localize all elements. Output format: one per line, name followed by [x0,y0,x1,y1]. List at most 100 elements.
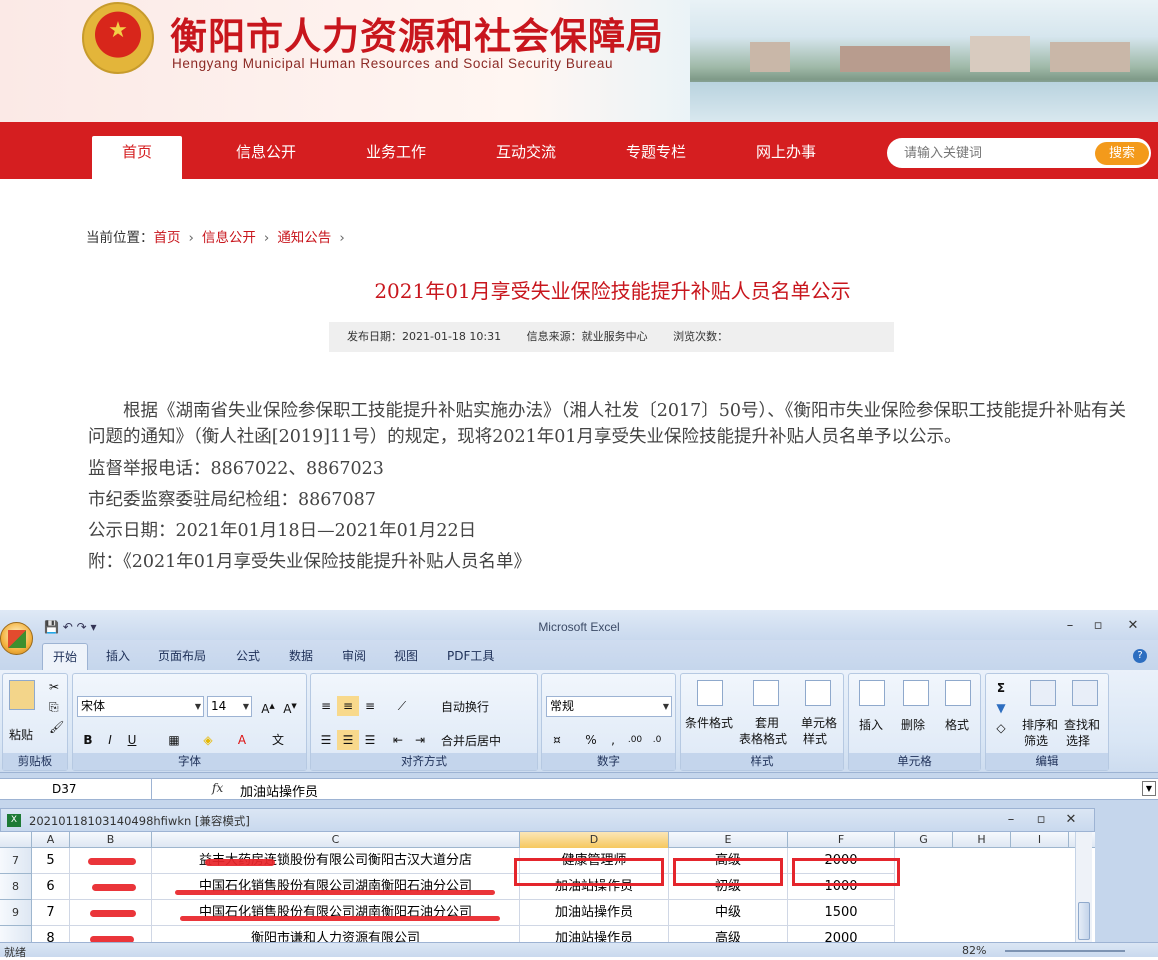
sort-filter-label2[interactable]: 筛选 [1024,732,1048,749]
wb-minimize-icon[interactable]: – [1001,812,1021,827]
col-header-b[interactable]: B [70,832,152,848]
tab-data[interactable]: 数据 [289,647,313,664]
col-header-g[interactable]: G [895,832,953,848]
wb-close-icon[interactable]: ✕ [1061,812,1081,827]
tab-home[interactable]: 开始 [42,643,89,670]
table-cell[interactable]: 衡阳市谦和人力资源有限公司 [152,926,520,942]
merge-center-button[interactable]: 合并后居中 [441,732,501,749]
minimize-icon[interactable]: – [1060,618,1080,633]
cut-icon[interactable]: ✂ [49,680,59,694]
table-cell[interactable]: 加油站操作员 [520,900,669,926]
align-center-icon[interactable]: ☰ [337,730,359,750]
row-header[interactable]: 9 [0,900,32,926]
breadcrumb-info[interactable]: 信息公开 [202,230,256,246]
table-cell[interactable]: 中级 [669,900,788,926]
autosum-icon[interactable]: Σ [990,678,1012,698]
maximize-icon[interactable]: ▫ [1088,618,1108,633]
font-name-select[interactable]: 宋体 ▼ [77,696,204,717]
find-select-label2[interactable]: 选择 [1066,732,1090,749]
select-all-corner[interactable] [0,832,32,848]
cell-styles-label2[interactable]: 样式 [803,730,827,747]
col-header-c[interactable]: C [152,832,520,848]
col-header-d[interactable]: D [520,832,669,848]
search-input[interactable] [904,144,1084,162]
table-format-label2[interactable]: 表格格式 [739,730,787,747]
table-cell[interactable]: 高级 [669,926,788,942]
breadcrumb-notice[interactable]: 通知公告 [277,230,331,246]
zoom-level[interactable]: 82% [962,944,986,957]
formula-input[interactable]: 加油站操作员 [240,781,318,800]
tab-review[interactable]: 审阅 [342,647,366,664]
decrease-decimal-icon[interactable]: .0 [646,730,668,750]
table-cell[interactable]: 中国石化销售股份有限公司湖南衡阳石油分公司 [152,900,520,926]
format-painter-icon[interactable]: 🖌 [49,720,64,734]
copy-icon[interactable]: ⎘ [49,700,59,715]
tab-formulas[interactable]: 公式 [236,647,260,664]
format-cells-button[interactable]: 格式 [945,716,969,733]
nav-online-services[interactable]: 网上办事 [741,136,831,169]
vertical-scrollbar[interactable] [1075,832,1092,942]
zoom-slider[interactable] [1005,950,1125,952]
font-size-select[interactable]: 14 ▼ [207,696,252,717]
tab-pdf-tools[interactable]: PDF工具 [447,647,494,664]
nav-info-disclosure[interactable]: 信息公开 [221,136,311,169]
table-cell[interactable]: 8 [32,926,70,942]
italic-button[interactable]: I [99,730,121,750]
align-top-icon[interactable]: ≡ [315,696,337,716]
col-header-f[interactable]: F [788,832,895,848]
col-header-i[interactable]: I [1011,832,1069,848]
nav-interaction[interactable]: 互动交流 [481,136,571,169]
col-header-a[interactable]: A [32,832,70,848]
font-color-icon[interactable]: A [231,730,253,750]
orientation-icon[interactable]: ⟋ [391,696,413,716]
border-icon[interactable]: ▦ [163,730,185,750]
conditional-format-button[interactable]: 条件格式 [685,714,733,731]
close-icon[interactable]: ✕ [1123,618,1143,633]
delete-cells-button[interactable]: 删除 [901,716,925,733]
scroll-thumb[interactable] [1078,902,1090,940]
align-middle-icon[interactable]: ≡ [337,696,359,716]
table-cell[interactable]: 6 [32,874,70,900]
grow-font-icon[interactable]: A▲ [257,696,279,716]
help-icon[interactable]: ? [1133,649,1147,663]
increase-decimal-icon[interactable]: .00 [624,730,646,750]
wrap-text-button[interactable]: 自动换行 [441,698,489,715]
expand-formula-icon[interactable]: ▼ [1142,781,1156,796]
row-header[interactable]: 7 [0,848,32,874]
shrink-font-icon[interactable]: A▼ [279,696,301,716]
table-cell[interactable]: 5 [32,848,70,874]
insert-cells-button[interactable]: 插入 [859,716,883,733]
paste-button[interactable]: 粘贴 [9,726,33,743]
name-box[interactable]: D37 [0,779,152,799]
table-cell[interactable]: 中国石化销售股份有限公司湖南衡阳石油分公司 [152,874,520,900]
bold-button[interactable]: B [77,730,99,750]
phonetic-icon[interactable]: 文 [267,730,289,750]
col-header-e[interactable]: E [669,832,788,848]
fill-color-icon[interactable]: ◈ [197,730,219,750]
align-left-icon[interactable]: ☰ [315,730,337,750]
wb-restore-icon[interactable]: ▫ [1031,812,1051,827]
number-format-select[interactable]: 常规 ▼ [546,696,672,717]
find-select-label1[interactable]: 查找和 [1064,716,1100,733]
increase-indent-icon[interactable]: ⇥ [409,730,431,750]
row-header[interactable]: 8 [0,874,32,900]
table-cell[interactable]: 2000 [788,926,895,942]
comma-icon[interactable]: , [602,730,624,750]
search-button[interactable]: 搜索 [1095,142,1149,165]
office-button[interactable] [0,622,33,655]
align-right-icon[interactable]: ☰ [359,730,381,750]
table-cell[interactable]: 1500 [788,900,895,926]
fill-icon[interactable]: ▼ [990,698,1012,718]
breadcrumb-home[interactable]: 首页 [154,230,181,246]
col-header-h[interactable]: H [953,832,1011,848]
row-header[interactable] [0,926,32,942]
nav-home[interactable]: 首页 [92,136,182,179]
table-format-label1[interactable]: 套用 [755,714,779,731]
nav-topics[interactable]: 专题专栏 [611,136,701,169]
cell-styles-label1[interactable]: 单元格 [801,714,837,731]
tab-insert[interactable]: 插入 [106,647,130,664]
currency-icon[interactable]: ¤ [546,730,568,750]
sort-filter-label1[interactable]: 排序和 [1022,716,1058,733]
table-cell[interactable]: 加油站操作员 [520,926,669,942]
nav-business[interactable]: 业务工作 [351,136,441,169]
